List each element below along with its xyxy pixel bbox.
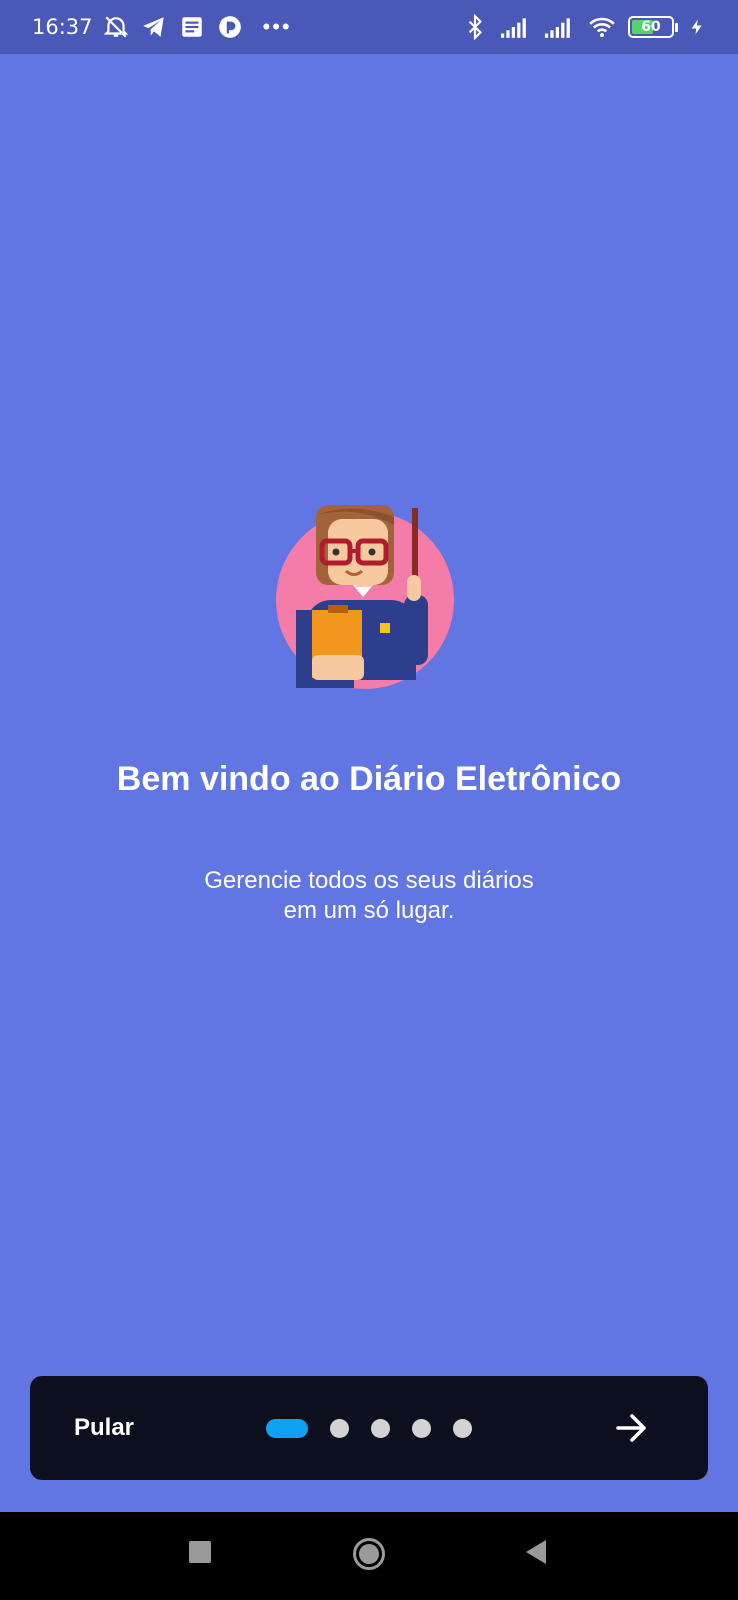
arrow-right-icon [616, 1414, 646, 1442]
signal-icon [500, 18, 526, 38]
more-dots-icon: ••• [262, 14, 292, 39]
subtitle-line-1: Gerencie todos os seus diários [204, 867, 534, 894]
page-indicator [266, 1418, 472, 1438]
page-indicator-dot [371, 1418, 390, 1438]
page-indicator-dot [330, 1418, 349, 1438]
navigation-bar [0, 1512, 738, 1600]
teacher-icon [276, 505, 454, 689]
home-button[interactable] [352, 1537, 386, 1574]
page-indicator-dot-active [266, 1418, 308, 1438]
subtitle-line-2: em um só lugar. [283, 897, 455, 924]
page-indicator-dot [453, 1418, 472, 1438]
onboarding-controls: Pular [30, 1376, 708, 1480]
signal-icon [544, 18, 570, 38]
status-bar: 16:37 ••• 60 [0, 0, 738, 54]
battery-tip [675, 22, 678, 32]
battery-icon: 60 [628, 16, 678, 38]
wifi-icon [589, 17, 615, 38]
page-indicator-dot [412, 1418, 431, 1438]
back-button[interactable] [524, 1539, 548, 1568]
back-icon [526, 1540, 546, 1564]
app-icon [218, 16, 241, 38]
telegram-icon [142, 17, 164, 37]
onboarding-title: Bem vindo ao Diário Eletrônico [116, 760, 622, 798]
bluetooth-icon [468, 14, 482, 40]
recents-button[interactable] [188, 1540, 212, 1567]
battery-body: 60 [628, 16, 674, 38]
status-left: 16:37 ••• [32, 14, 292, 40]
battery-level: 60 [641, 19, 661, 35]
recents-icon [189, 1541, 211, 1563]
news-icon [181, 17, 202, 37]
alarm-off-icon [103, 16, 128, 38]
home-icon [353, 1538, 385, 1570]
status-icons-left: ••• [103, 14, 292, 40]
status-time: 16:37 [32, 15, 93, 39]
skip-button[interactable]: Pular [74, 1414, 134, 1442]
onboarding-subtitle: Gerencie todos os seus diários em um só … [0, 866, 738, 926]
next-button[interactable] [612, 1408, 652, 1448]
status-right: 60 [462, 14, 706, 40]
charging-icon [691, 19, 702, 35]
